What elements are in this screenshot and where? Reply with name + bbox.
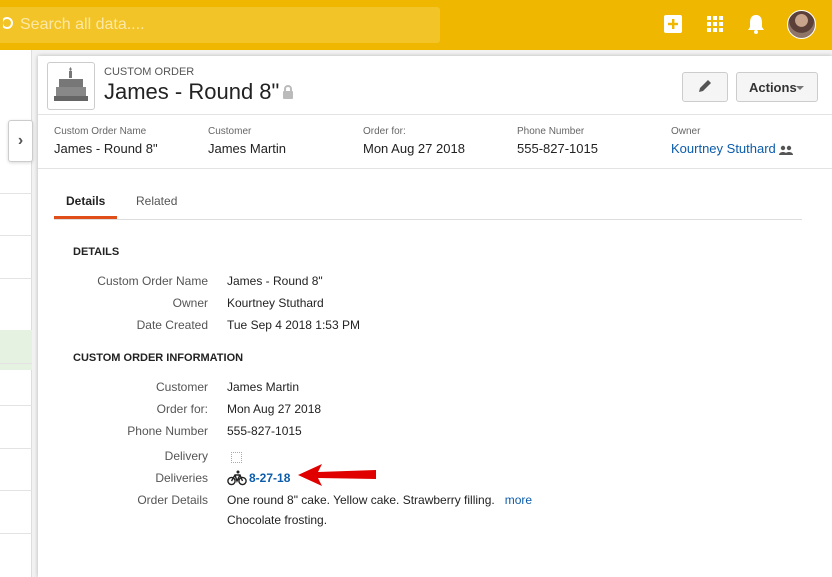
- field-label: Order for:: [156, 402, 208, 416]
- field-label: Custom Order Name: [97, 274, 208, 288]
- highlights-panel: Custom Order Name James - Round 8" Custo…: [38, 114, 832, 169]
- highlight-label: Customer: [208, 126, 252, 137]
- record-title: James - Round 8": [104, 79, 280, 104]
- field-value: Mon Aug 27 2018: [227, 402, 322, 416]
- pencil-icon: [699, 79, 711, 92]
- field-order-details: Order Details One round 8" cake. Yellow …: [38, 493, 598, 513]
- bicycle-icon: [227, 470, 247, 486]
- actions-label: Actions: [749, 79, 797, 95]
- record-type-label: CUSTOM ORDER: [104, 66, 195, 78]
- field-value: James - Round 8": [227, 274, 323, 288]
- field-label: Phone Number: [127, 424, 208, 438]
- change-owner-icon[interactable]: [778, 145, 793, 155]
- lock-icon: [283, 85, 293, 99]
- order-details-text: One round 8" cake. Yellow cake. Strawber…: [227, 493, 495, 507]
- tab-related[interactable]: Related: [124, 186, 189, 219]
- highlight-value: 555-827-1015: [517, 141, 598, 156]
- highlight-phone-number: Phone Number 555-827-1015: [517, 126, 598, 156]
- record-panel: CUSTOM ORDER James - Round 8" Actions Cu…: [38, 56, 832, 577]
- delivery-link[interactable]: 8-27-18: [249, 471, 290, 485]
- highlighted-row: [0, 330, 32, 370]
- highlight-customer: Customer James Martin: [208, 126, 286, 156]
- field-owner: Owner Kourtney Stuthard: [38, 296, 438, 316]
- field-label: Order Details: [137, 493, 208, 507]
- highlight-owner: Owner Kourtney Stuthard: [671, 126, 793, 156]
- edit-button[interactable]: [682, 72, 728, 102]
- highlight-value: Mon Aug 27 2018: [363, 141, 465, 156]
- field-label: Date Created: [136, 318, 208, 332]
- highlight-value: James Martin: [208, 141, 287, 156]
- field-value: One round 8" cake. Yellow cake. Strawber…: [227, 493, 532, 507]
- top-bar: [0, 0, 832, 50]
- field-label: Delivery: [164, 449, 208, 463]
- field-label: Customer: [155, 380, 208, 394]
- field-value: Tue Sep 4 2018 1:53 PM: [227, 318, 360, 332]
- highlight-custom-order-name: Custom Order Name James - Round 8": [54, 126, 158, 156]
- highlight-label: Custom Order Name: [54, 126, 147, 137]
- plus-square-icon[interactable]: [662, 13, 684, 35]
- details-section-title: DETAILS: [73, 246, 120, 258]
- actions-button[interactable]: Actions: [736, 72, 818, 102]
- highlight-value: James - Round 8": [54, 141, 158, 156]
- field-custom-order-name: Custom Order Name James - Round 8": [38, 274, 438, 294]
- expand-panel-button[interactable]: ›: [8, 120, 33, 162]
- highlight-order-for: Order for: Mon Aug 27 2018: [363, 126, 465, 156]
- highlight-label: Phone Number: [517, 126, 585, 137]
- app-grid-icon[interactable]: [704, 13, 726, 35]
- custom-order-info-section-title: CUSTOM ORDER INFORMATION: [73, 352, 244, 364]
- field-value: James Martin: [227, 380, 300, 394]
- field-value: 555-827-1015: [227, 424, 302, 438]
- record-tabs: Details Related: [54, 186, 802, 220]
- owner-link[interactable]: Kourtney Stuthard: [671, 141, 776, 156]
- search-icon: [3, 17, 13, 29]
- field-date-created: Date Created Tue Sep 4 2018 1:53 PM: [38, 318, 438, 338]
- highlight-label: Order for:: [363, 126, 406, 137]
- tab-details[interactable]: Details: [54, 186, 117, 219]
- red-arrow-annotation: [298, 464, 376, 486]
- bell-icon[interactable]: [745, 13, 767, 35]
- cake-icon: [47, 62, 95, 110]
- field-order-for: Order for: Mon Aug 27 2018: [38, 402, 438, 422]
- chevron-down-icon: [796, 86, 804, 90]
- field-customer: Customer James Martin: [38, 380, 438, 400]
- delivery-checkbox[interactable]: [231, 452, 242, 463]
- record-header: CUSTOM ORDER James - Round 8" Actions: [38, 56, 832, 112]
- field-label: Deliveries: [155, 471, 208, 485]
- order-details-text-line2: Chocolate frosting.: [227, 513, 328, 527]
- search-box[interactable]: [0, 7, 440, 43]
- field-phone-number: Phone Number 555-827-1015: [38, 424, 438, 444]
- field-value: Kourtney Stuthard: [227, 296, 324, 310]
- field-label: Owner: [172, 296, 208, 310]
- more-link[interactable]: more: [505, 493, 532, 507]
- highlight-value: Kourtney Stuthard: [671, 141, 793, 156]
- user-avatar[interactable]: [787, 10, 816, 39]
- search-input[interactable]: [20, 7, 430, 43]
- highlight-label: Owner: [671, 126, 701, 137]
